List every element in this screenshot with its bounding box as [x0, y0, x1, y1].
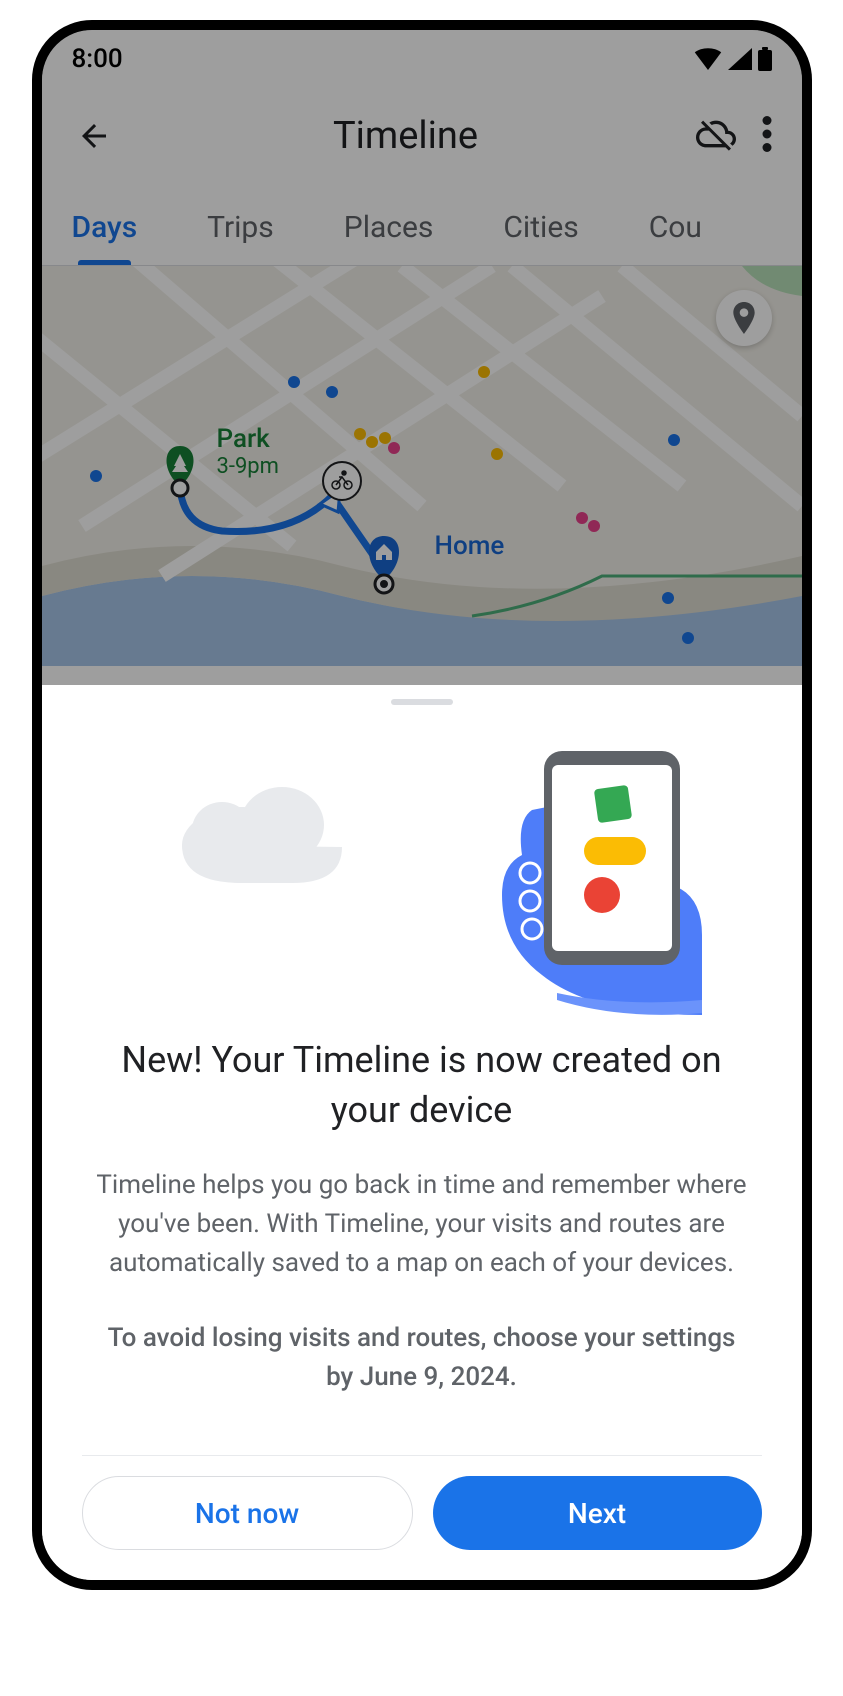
battery-icon: [758, 47, 772, 71]
park-time: 3-9pm: [217, 454, 279, 479]
sheet-title: New! Your Timeline is now created on you…: [82, 1035, 762, 1136]
sheet-illustration: [82, 735, 762, 1015]
tab-places[interactable]: Places: [344, 210, 434, 265]
tab-cities[interactable]: Cities: [503, 210, 578, 265]
cloud-off-icon: [696, 114, 736, 154]
arrow-back-icon: [76, 118, 112, 154]
sheet-warning: To avoid losing visits and routes, choos…: [82, 1319, 762, 1397]
map[interactable]: Park 3-9pm Home: [42, 266, 802, 666]
tab-countries[interactable]: Cou: [649, 210, 702, 265]
tab-trips[interactable]: Trips: [207, 210, 274, 265]
more-button[interactable]: [762, 116, 772, 156]
map-label-home: Home: [435, 531, 505, 561]
page-title: Timeline: [116, 114, 696, 158]
more-vert-icon: [762, 116, 772, 152]
header-actions: [696, 114, 772, 158]
next-button[interactable]: Next: [433, 1476, 762, 1550]
map-canvas: [42, 266, 802, 666]
app-header: Timeline: [42, 84, 802, 182]
drag-handle[interactable]: [391, 699, 453, 705]
tab-days[interactable]: Days: [72, 210, 138, 265]
map-label-park: Park 3-9pm: [217, 424, 279, 479]
cellular-icon: [728, 48, 752, 70]
bottom-sheet: New! Your Timeline is now created on you…: [42, 685, 802, 1580]
map-marker-button[interactable]: [716, 290, 772, 346]
back-button[interactable]: [72, 114, 116, 158]
tabs: Days Trips Places Cities Cou: [42, 182, 802, 266]
phone-frame: 8:00 Timeline Days Trips Places Cities C…: [32, 20, 812, 1590]
wifi-icon: [694, 48, 722, 70]
cloud-off-button[interactable]: [696, 114, 736, 158]
not-now-button[interactable]: Not now: [82, 1476, 413, 1550]
sheet-actions: Not now Next: [82, 1455, 762, 1550]
status-bar: 8:00: [42, 30, 802, 84]
status-time: 8:00: [72, 44, 123, 74]
status-icons: [694, 47, 772, 71]
pin-icon: [731, 302, 757, 334]
sheet-body: Timeline helps you go back in time and r…: [82, 1166, 762, 1283]
park-name: Park: [217, 424, 270, 454]
